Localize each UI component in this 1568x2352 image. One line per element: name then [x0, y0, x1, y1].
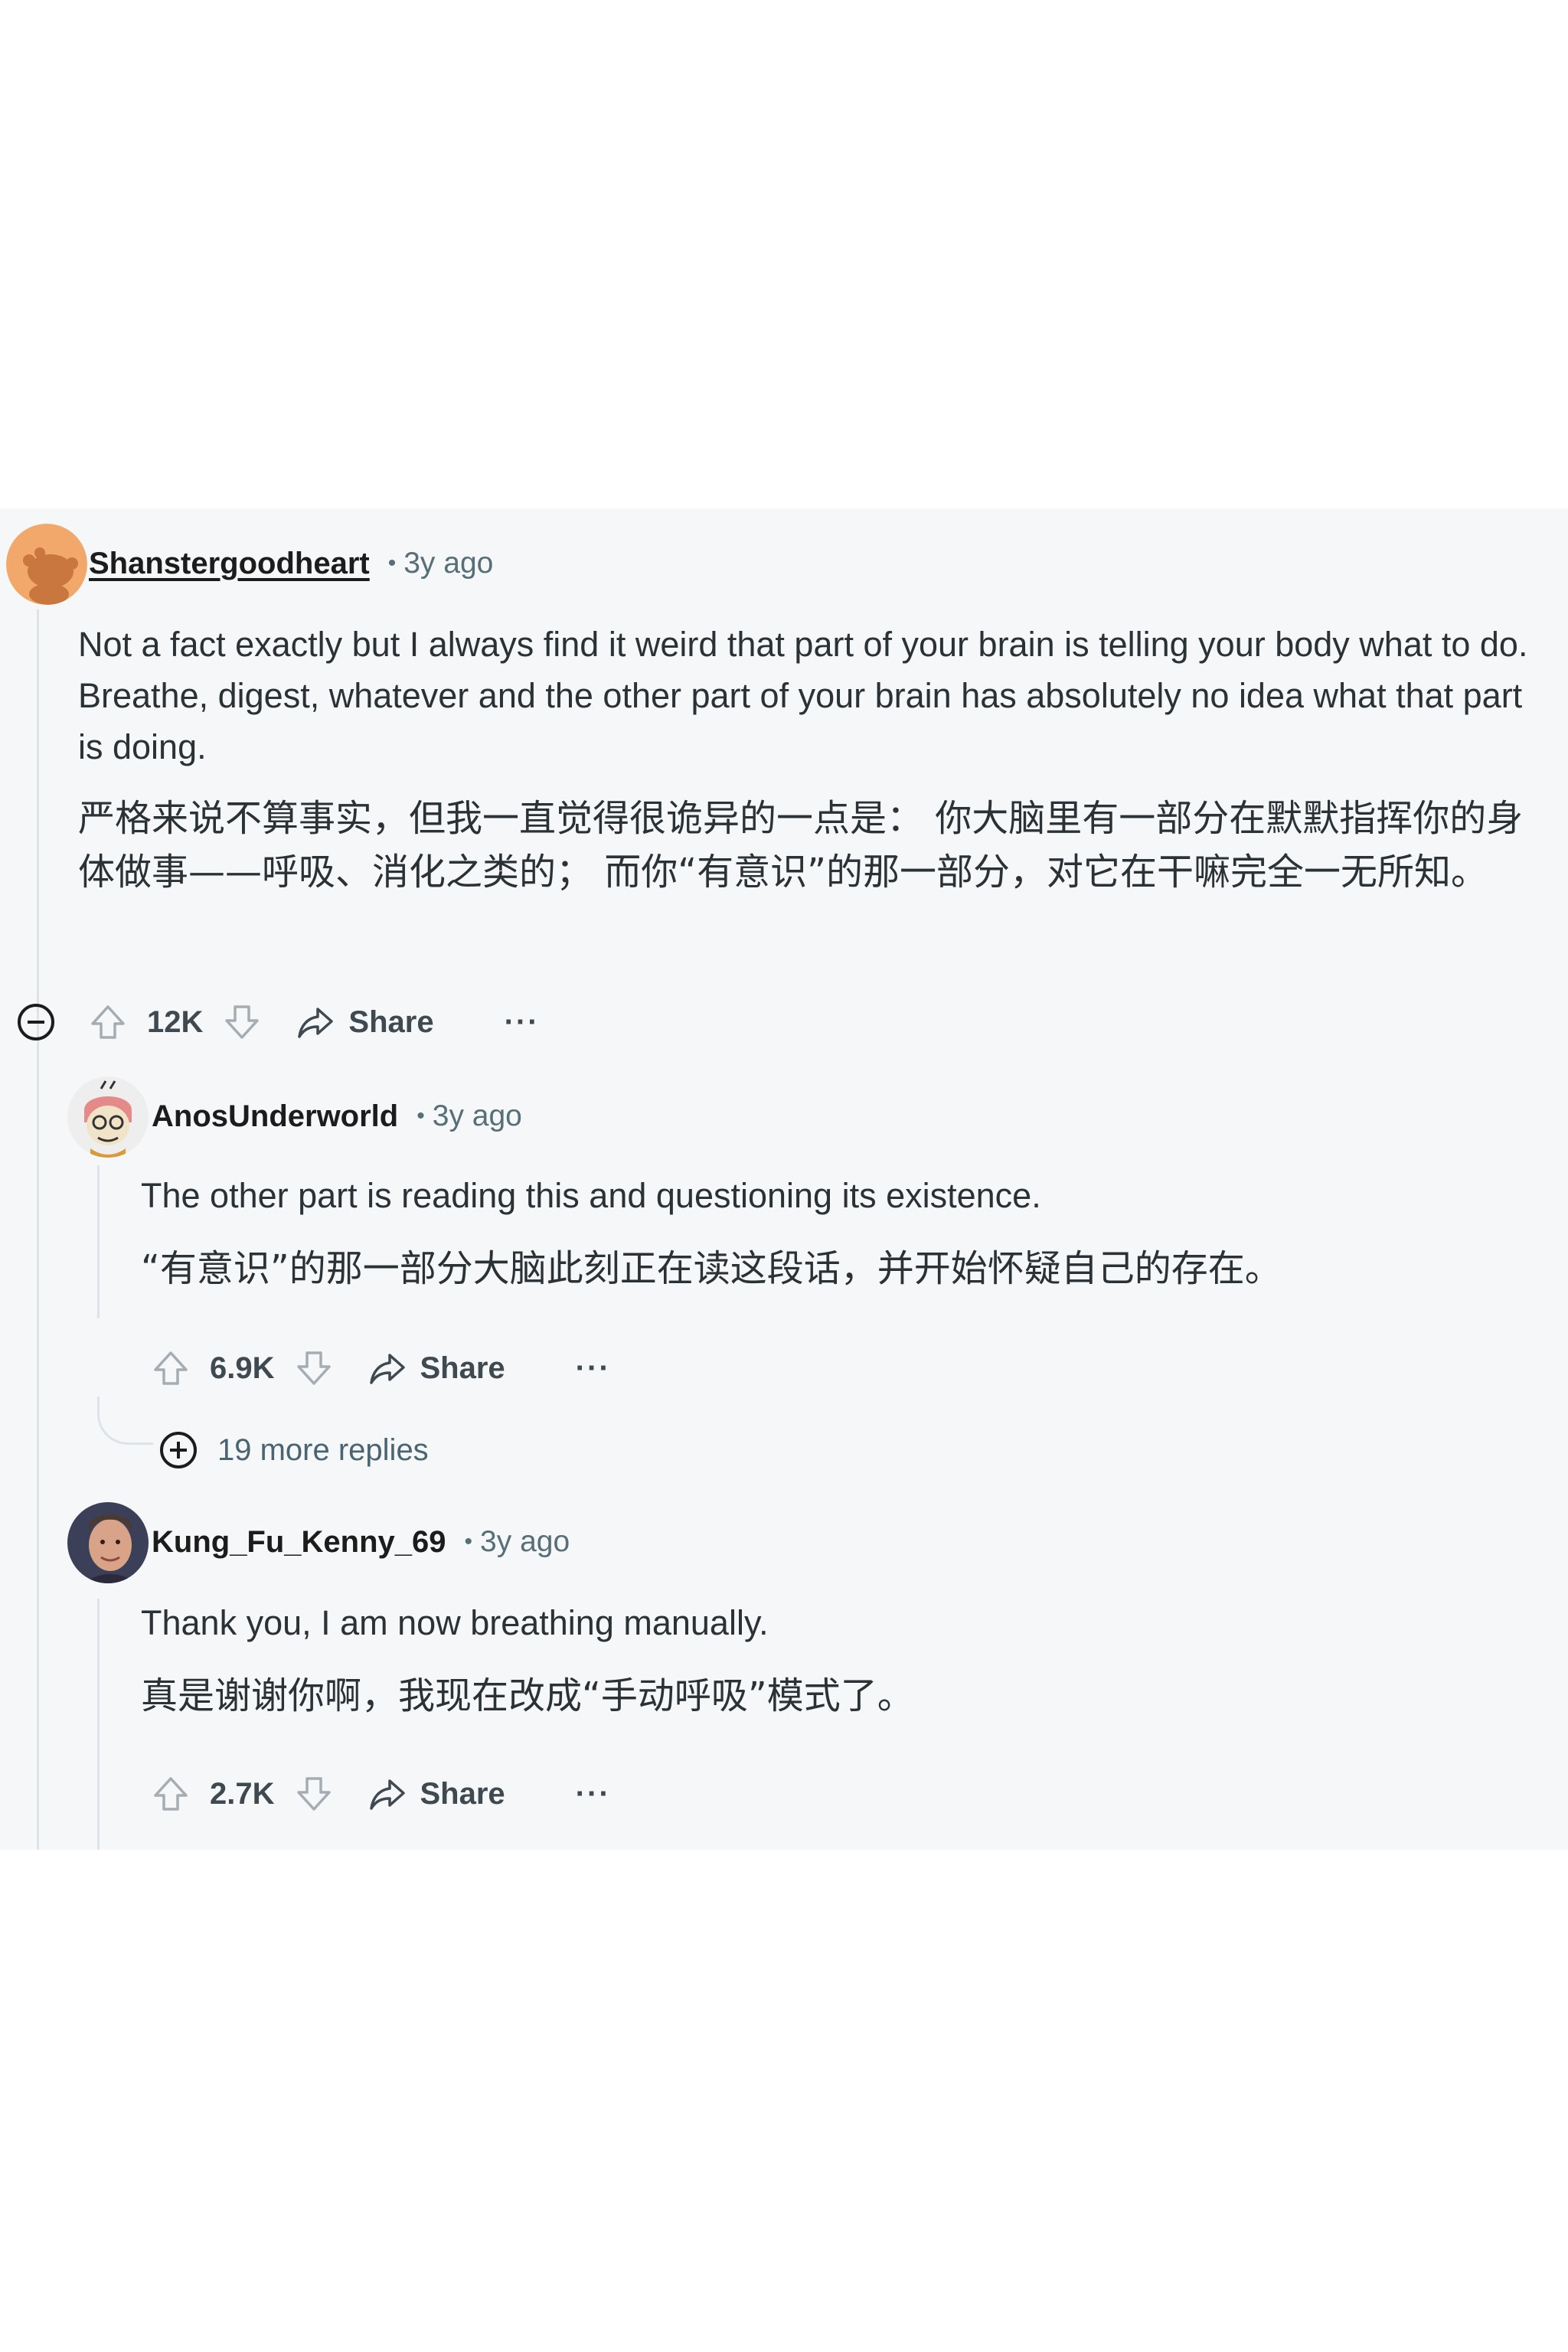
comment-meta: Shanstergoodheart • 3y ago — [89, 541, 493, 586]
comment-actions: 12K Share ··· — [87, 995, 540, 1049]
username[interactable]: AnosUnderworld — [152, 1099, 398, 1134]
comment-text-en: Not a fact exactly but I always find it … — [78, 625, 1528, 766]
thread-line-curve — [97, 1396, 153, 1445]
vote-count: 2.7K — [210, 1776, 275, 1811]
avatar[interactable] — [67, 1502, 149, 1583]
vote-count: 12K — [147, 1004, 204, 1039]
more-replies-label: 19 more replies — [217, 1432, 429, 1467]
share-button[interactable]: Share — [295, 1001, 434, 1043]
share-label: Share — [348, 1004, 434, 1039]
downvote-icon[interactable] — [221, 1001, 263, 1043]
expand-plus-icon — [160, 1432, 197, 1468]
user-photo-avatar-icon — [67, 1502, 149, 1583]
more-options-button[interactable]: ··· — [576, 1777, 611, 1811]
thread-line-reply[interactable] — [97, 1165, 100, 1318]
comment-text-en: The other part is reading this and quest… — [141, 1176, 1041, 1215]
thread-line-root[interactable] — [37, 609, 39, 1850]
comment-text-zh: 真是谢谢你啊，我现在改成“手动呼吸”模式了。 — [141, 1674, 914, 1717]
share-icon — [369, 1779, 405, 1810]
timestamp[interactable]: 3y ago — [403, 547, 493, 580]
collapse-icon[interactable] — [15, 1001, 57, 1043]
comment-text-zh: 严格来说不算事实，但我一直觉得很诡异的一点是： 你大脑里有一部分在默默指挥你的身… — [78, 797, 1524, 893]
upvote-icon[interactable] — [87, 1001, 129, 1043]
share-label: Share — [420, 1776, 505, 1811]
thread-line-reply-2[interactable] — [97, 1599, 100, 1850]
cartoon-avatar-icon — [67, 1076, 149, 1158]
username[interactable]: Kung_Fu_Kenny_69 — [152, 1525, 446, 1560]
more-options-button[interactable]: ··· — [505, 1005, 540, 1040]
separator-dot: • — [416, 1103, 425, 1129]
more-replies-button[interactable]: 19 more replies — [158, 1427, 429, 1473]
avatar[interactable] — [6, 524, 87, 605]
avatar[interactable] — [67, 1076, 149, 1158]
timestamp[interactable]: 3y ago — [433, 1099, 522, 1133]
username[interactable]: Shanstergoodheart — [89, 547, 370, 581]
downvote-icon[interactable] — [293, 1773, 335, 1815]
comment-actions: 6.9K Share ··· — [150, 1341, 611, 1395]
snoo-avatar-icon — [6, 524, 87, 605]
share-icon — [298, 1008, 334, 1038]
comment-meta: AnosUnderworld • 3y ago — [152, 1093, 522, 1139]
separator-dot: • — [387, 550, 397, 576]
vote-count: 6.9K — [210, 1351, 275, 1385]
upvote-icon[interactable] — [150, 1348, 191, 1389]
more-options-button[interactable]: ··· — [576, 1351, 611, 1386]
comment-thread: Shanstergoodheart • 3y ago Not a fact ex… — [0, 508, 1568, 1850]
comment-text-en: Thank you, I am now breathing manually. — [141, 1603, 769, 1642]
timestamp[interactable]: 3y ago — [480, 1525, 570, 1559]
share-button[interactable]: Share — [367, 1348, 505, 1389]
share-label: Share — [420, 1351, 505, 1385]
upvote-icon[interactable] — [150, 1773, 191, 1815]
separator-dot: • — [464, 1529, 473, 1554]
comment-text-zh: “有意识”的那一部分大脑此刻正在读这段话，并开始怀疑自己的存在。 — [141, 1247, 1282, 1290]
comment-meta: Kung_Fu_Kenny_69 • 3y ago — [152, 1519, 570, 1565]
comment-actions: 2.7K Share ··· — [150, 1767, 611, 1821]
share-button[interactable]: Share — [367, 1773, 505, 1815]
downvote-icon[interactable] — [293, 1348, 335, 1389]
share-icon — [369, 1354, 405, 1384]
